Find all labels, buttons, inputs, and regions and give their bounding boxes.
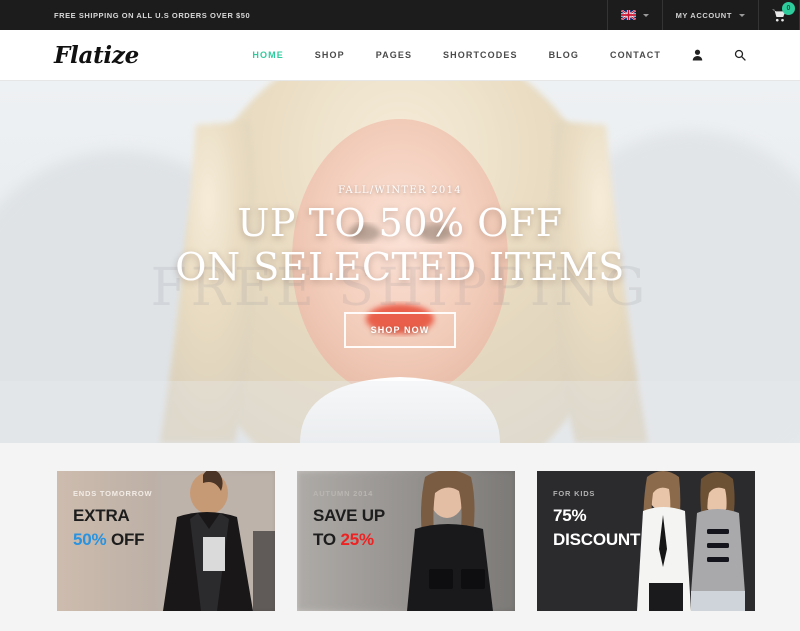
promo-line2-1: 50% OFF bbox=[73, 529, 152, 550]
cart-wrapper: 0 bbox=[772, 1, 795, 22]
promo-accent-1: 50% bbox=[73, 530, 107, 549]
uk-flag-icon bbox=[620, 10, 636, 20]
nav-item-pages[interactable]: PAGES bbox=[376, 50, 412, 60]
hero-title-line2: ON SELECTED ITEMS bbox=[175, 245, 625, 289]
shipping-message: FREE SHIPPING ON ALL U.S ORDERS OVER $50 bbox=[54, 10, 251, 20]
hero-banner: FREE SHIPPING FALL/WINTER 2014 UP TO 50%… bbox=[0, 81, 800, 443]
search-icon bbox=[734, 49, 746, 61]
promo-text-2: AUTUMN 2014 SAVE UP TO 25% bbox=[313, 489, 385, 550]
nav-item-blog[interactable]: BLOG bbox=[549, 50, 579, 60]
hero-kicker: FALL/WINTER 2014 bbox=[338, 185, 462, 196]
cart-count-badge: 0 bbox=[782, 1, 795, 15]
promo-accent-2: 25% bbox=[340, 530, 374, 549]
language-selector[interactable] bbox=[606, 0, 662, 30]
cart-button[interactable]: 0 bbox=[758, 0, 800, 30]
shop-now-button[interactable]: SHOP NOW bbox=[343, 312, 457, 348]
promo-tail-1: OFF bbox=[106, 530, 145, 549]
top-bar: FREE SHIPPING ON ALL U.S ORDERS OVER $50… bbox=[0, 0, 800, 30]
promo-line1-1: EXTRA bbox=[73, 506, 130, 525]
hero-content: FALL/WINTER 2014 UP TO 50% OFF ON SELECT… bbox=[0, 81, 800, 443]
main-navigation: HOME SHOP PAGES SHORTCODES BLOG CONTACT bbox=[252, 49, 746, 61]
user-icon bbox=[692, 49, 703, 61]
my-account-label: MY ACCOUNT bbox=[675, 10, 732, 20]
promo-section: ENDS TOMORROW EXTRA 50% OFF AUTUMN 2014 … bbox=[0, 443, 800, 631]
hero-title-line1: UP TO 50% OFF bbox=[237, 201, 563, 245]
nav-item-shop[interactable]: SHOP bbox=[315, 50, 345, 60]
promo-kicker-2: AUTUMN 2014 bbox=[313, 489, 374, 498]
promo-line1-2: SAVE UP bbox=[313, 506, 385, 525]
logo[interactable]: Flatize bbox=[54, 42, 139, 69]
page-root: FREE SHIPPING ON ALL U.S ORDERS OVER $50… bbox=[0, 0, 800, 631]
promo-card-extra-50-off[interactable]: ENDS TOMORROW EXTRA 50% OFF bbox=[57, 471, 275, 611]
promo-card-save-up-to-25[interactable]: AUTUMN 2014 SAVE UP TO 25% bbox=[297, 471, 515, 611]
user-account-icon[interactable] bbox=[692, 49, 703, 61]
nav-item-shortcodes[interactable]: SHORTCODES bbox=[443, 50, 518, 60]
promo-kicker-1: ENDS TOMORROW bbox=[73, 489, 153, 498]
promo-line2-2: TO 25% bbox=[313, 529, 385, 550]
promo-line1-3: 75% bbox=[553, 506, 587, 525]
search-button[interactable] bbox=[734, 49, 746, 61]
promo-card-kids-75-discount[interactable]: FOR KIDS 75% DISCOUNT bbox=[537, 471, 755, 611]
promo-text-3: FOR KIDS 75% DISCOUNT bbox=[553, 489, 640, 550]
promo-prefix-2: TO bbox=[313, 530, 341, 549]
nav-item-contact[interactable]: CONTACT bbox=[610, 50, 661, 60]
top-bar-right: MY ACCOUNT 0 bbox=[606, 0, 800, 30]
promo-text-1: ENDS TOMORROW EXTRA 50% OFF bbox=[73, 489, 152, 550]
chevron-down-icon bbox=[739, 13, 745, 17]
promo-line2-3: DISCOUNT bbox=[553, 530, 641, 549]
promo-kicker-3: FOR KIDS bbox=[553, 489, 596, 498]
nav-item-home[interactable]: HOME bbox=[252, 50, 283, 60]
site-header: Flatize HOME SHOP PAGES SHORTCODES BLOG … bbox=[0, 30, 800, 81]
my-account-menu[interactable]: MY ACCOUNT bbox=[661, 0, 758, 30]
chevron-down-icon bbox=[642, 13, 649, 17]
